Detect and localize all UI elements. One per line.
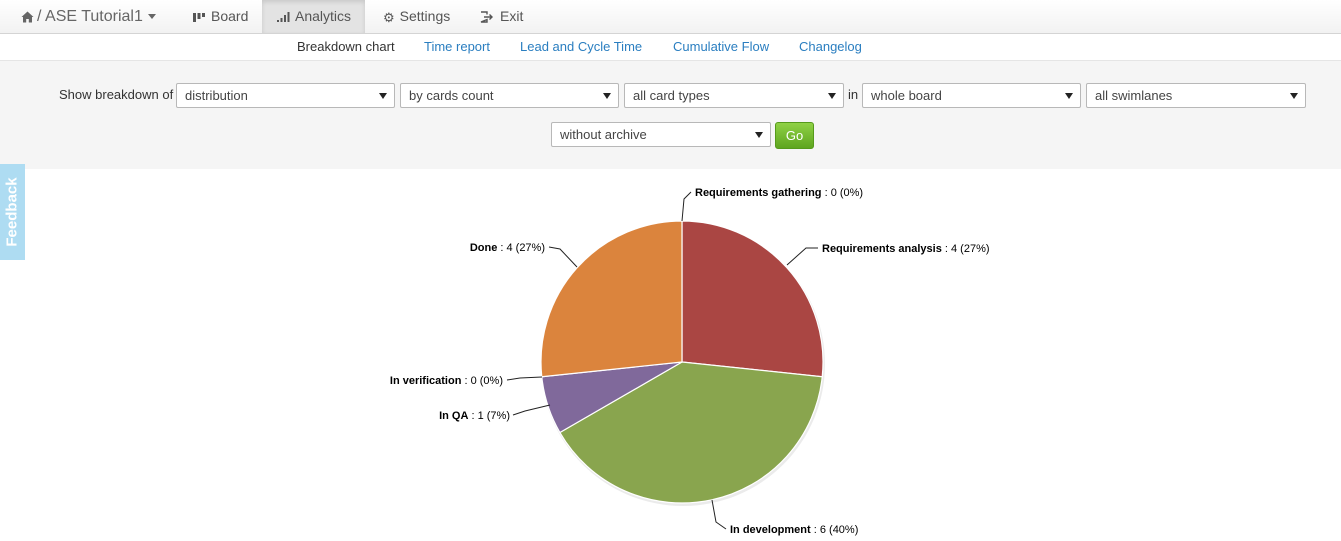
project-name: ASE Tutorial1 (45, 8, 143, 25)
data-label-in-development: In development : 6 (40%) (730, 524, 858, 536)
connector-requirements-gathering (681, 191, 692, 222)
data-label-in-verification: In verification : 0 (0%) (390, 375, 503, 387)
dropdown-arrow-icon (828, 93, 836, 99)
data-label-value: : 0 (0%) (461, 375, 503, 387)
pie-chart: Requirements gathering : 0 (0%)Requireme… (390, 187, 990, 536)
archive-select-value: without archive (560, 127, 647, 142)
project-separator: / (37, 8, 42, 25)
analytics-subnav: Breakdown chart Time report Lead and Cyc… (0, 34, 1341, 61)
data-label-name: In development (730, 524, 811, 536)
tab-lead-cycle-time[interactable]: Lead and Cycle Time (520, 34, 642, 61)
data-label-value: : 4 (27%) (942, 243, 990, 255)
data-label-name: In verification (390, 375, 462, 387)
data-label-value: : 1 (7%) (468, 410, 510, 422)
data-label-value: : 6 (40%) (811, 524, 859, 536)
tab-breakdown-chart[interactable]: Breakdown chart (297, 34, 395, 61)
tab-cumulative-flow[interactable]: Cumulative Flow (673, 34, 769, 61)
breakdown-select[interactable]: distribution (176, 83, 395, 108)
connector-in-qa (512, 404, 551, 416)
dropdown-arrow-icon (1290, 93, 1298, 99)
breakdown-select-value: distribution (185, 88, 248, 103)
gear-icon: ⚙ (383, 9, 395, 25)
nav-exit-label: Exit (500, 8, 524, 24)
data-label-requirements-analysis: Requirements analysis : 4 (27%) (822, 243, 990, 255)
pie-slice-requirements-analysis[interactable] (681, 220, 824, 378)
top-navbar: / ASE Tutorial1 Board Analytics ⚙ Setting… (0, 0, 1341, 34)
home-icon (21, 11, 34, 23)
in-label: in (848, 87, 859, 102)
signal-bars-icon (277, 12, 290, 23)
data-label-requirements-gathering: Requirements gathering : 0 (0%) (695, 187, 863, 199)
feedback-label: Feedback (3, 177, 21, 247)
measure-select[interactable]: by cards count (400, 83, 619, 108)
tab-changelog[interactable]: Changelog (799, 34, 862, 61)
card-types-select-value: all card types (633, 88, 710, 103)
nav-board[interactable]: Board (193, 0, 248, 33)
measure-select-value: by cards count (409, 88, 494, 103)
nav-analytics-label: Analytics (295, 8, 352, 24)
breakdown-chart: Requirements gathering : 0 (0%) Requireme… (0, 169, 1341, 541)
go-button[interactable]: Go (775, 122, 814, 149)
chevron-down-icon (147, 14, 156, 20)
data-label-name: Done (470, 242, 498, 254)
nav-exit[interactable]: Exit (480, 0, 523, 33)
dropdown-arrow-icon (755, 132, 763, 138)
nav-board-label: Board (211, 8, 249, 24)
dropdown-arrow-icon (603, 93, 611, 99)
data-label-done: Done : 4 (27%) (470, 242, 545, 254)
scope-select-value: whole board (871, 88, 942, 103)
nav-analytics[interactable]: Analytics (262, 0, 365, 33)
exit-icon (480, 11, 493, 23)
data-label-name: In QA (439, 410, 468, 422)
data-label-name: Requirements analysis (822, 243, 942, 255)
nav-settings[interactable]: ⚙ Settings (383, 0, 450, 33)
connector-in-verification (506, 376, 543, 381)
data-label-value: : 0 (0%) (822, 187, 864, 199)
dropdown-arrow-icon (1065, 93, 1073, 99)
connector-requirements-analysis (786, 247, 818, 266)
data-label-name: Requirements gathering (695, 187, 822, 199)
connector-in-development (711, 499, 727, 530)
tab-time-report[interactable]: Time report (424, 34, 490, 61)
show-breakdown-label: Show breakdown of (59, 87, 174, 102)
pie-slice-done[interactable] (540, 220, 683, 378)
data-label-value: : 4 (27%) (497, 242, 545, 254)
dropdown-arrow-icon (379, 93, 387, 99)
breakdown-filter-panel: Show breakdown of distribution by cards … (0, 61, 1341, 169)
data-label-in-qa: In QA : 1 (7%) (439, 410, 510, 422)
card-types-select[interactable]: all card types (624, 83, 844, 108)
board-icon (193, 12, 205, 22)
connector-done (548, 246, 578, 268)
feedback-tab[interactable]: Feedback (0, 164, 25, 260)
swimlanes-select[interactable]: all swimlanes (1086, 83, 1306, 108)
archive-select[interactable]: without archive (551, 122, 771, 147)
nav-settings-label: Settings (399, 8, 451, 24)
project-switcher[interactable]: / ASE Tutorial1 (21, 0, 156, 33)
scope-select[interactable]: whole board (862, 83, 1081, 108)
swimlanes-select-value: all swimlanes (1095, 88, 1173, 103)
